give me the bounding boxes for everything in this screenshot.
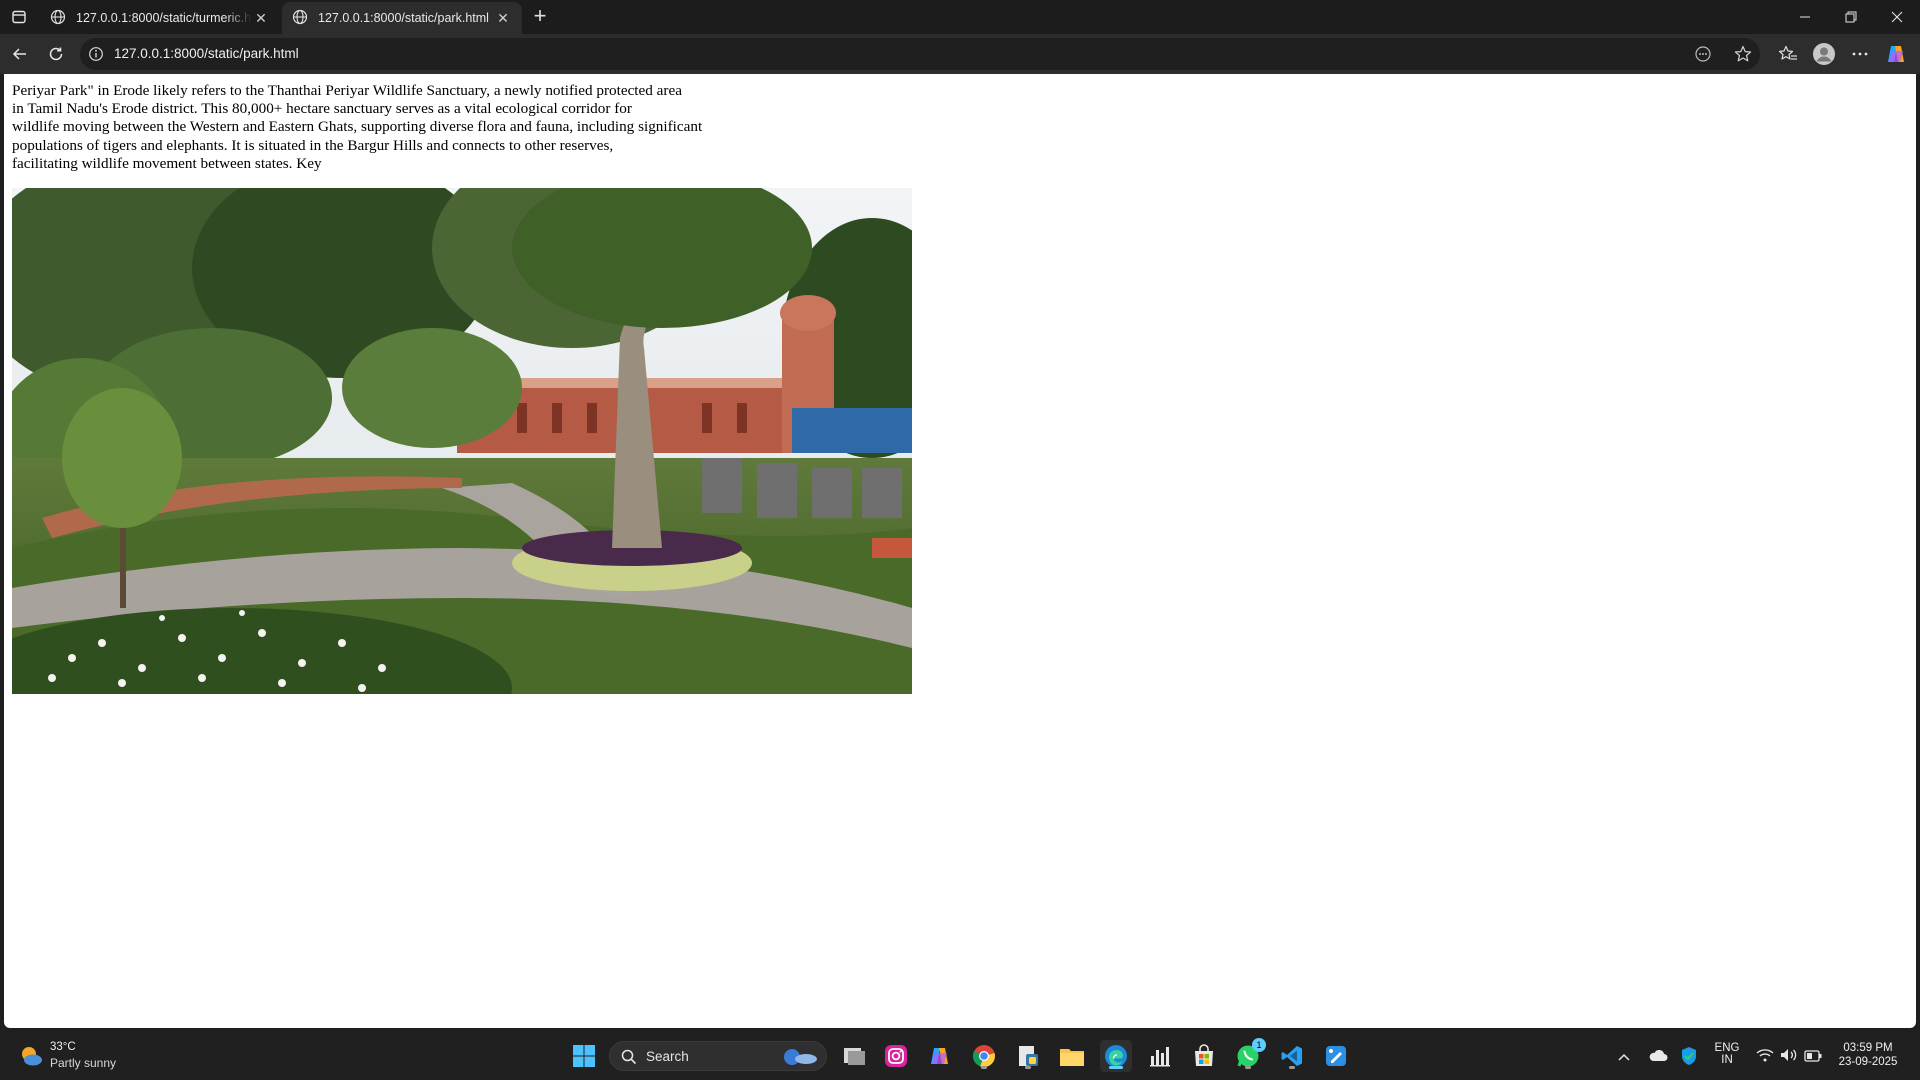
park-photo: [12, 188, 912, 694]
microsoft-store-icon[interactable]: [1188, 1040, 1220, 1072]
taskbar-search[interactable]: Search: [609, 1041, 827, 1071]
analytics-app-icon[interactable]: [1144, 1040, 1176, 1072]
show-hidden-icons-chevron-icon[interactable]: [1618, 1049, 1630, 1067]
favorite-star-icon[interactable]: [1734, 45, 1752, 63]
description-line: Periyar Park" in Erode likely refers to …: [12, 82, 682, 99]
clock[interactable]: 03:59 PM 23-09-2025: [1828, 1042, 1908, 1068]
partly-sunny-icon: [18, 1043, 44, 1074]
battery-icon[interactable]: [1804, 1049, 1822, 1067]
notification-badge: 1: [1252, 1038, 1266, 1052]
paint-icon[interactable]: [1320, 1040, 1352, 1072]
onedrive-cloud-icon[interactable]: [1648, 1048, 1668, 1067]
weather-temperature: 33°C: [50, 1041, 76, 1053]
region-code: IN: [1721, 1054, 1733, 1066]
more-tools-icon[interactable]: [1694, 45, 1712, 63]
defender-shield-icon[interactable]: [1680, 1046, 1698, 1071]
refresh-icon[interactable]: [44, 42, 68, 66]
close-tab-icon[interactable]: ✕: [494, 9, 512, 27]
language-indicator[interactable]: ENG IN: [1712, 1042, 1742, 1066]
description-line: wildlife moving between the Western and …: [12, 118, 703, 136]
favorites-icon[interactable]: [1776, 42, 1800, 66]
page-viewport: Periyar Park" in Erode likely refers to …: [4, 74, 1916, 1028]
minimize-button[interactable]: [1782, 0, 1828, 34]
python-editor-icon[interactable]: [1012, 1040, 1044, 1072]
tab-park[interactable]: 127.0.0.1:8000/static/park.html ✕: [282, 2, 522, 34]
tab-turmeric[interactable]: 127.0.0.1:8000/static/turmeric.html ✕: [40, 2, 280, 34]
chrome-icon[interactable]: [968, 1040, 1000, 1072]
globe-icon: [292, 9, 308, 28]
running-indicator: [1025, 1066, 1031, 1069]
page-content: Periyar Park" in Erode likely refers to …: [12, 82, 772, 173]
search-label: Search: [646, 1049, 689, 1064]
vscode-icon[interactable]: [1276, 1040, 1308, 1072]
globe-icon: [50, 9, 66, 28]
copilot-app-icon[interactable]: [924, 1040, 956, 1072]
description-line: populations of tigers and elephants. It …: [12, 136, 614, 154]
search-highlight-icon: [780, 1046, 820, 1073]
profile-avatar[interactable]: [1812, 42, 1836, 66]
browser-toolbar: 127.0.0.1:8000/static/park.html: [0, 34, 1920, 74]
browser-tab-bar: 127.0.0.1:8000/static/turmeric.html ✕ 12…: [0, 0, 1920, 34]
language-code: ENG: [1714, 1042, 1740, 1054]
volume-icon[interactable]: [1780, 1048, 1798, 1067]
taskbar: 33°C Partly sunny Search 1 ENG IN 03:59 …: [0, 1032, 1920, 1080]
search-icon: [621, 1049, 637, 1070]
weather-condition: Partly sunny: [50, 1056, 117, 1070]
file-explorer-icon[interactable]: [1056, 1040, 1088, 1072]
start-button[interactable]: [568, 1040, 600, 1072]
close-window-button[interactable]: [1874, 0, 1920, 34]
tab-actions-icon[interactable]: [8, 6, 30, 28]
park-description: Periyar Park" in Erode likely refers to …: [12, 82, 772, 173]
address-bar[interactable]: 127.0.0.1:8000/static/park.html: [80, 38, 1760, 70]
new-tab-button[interactable]: +: [528, 5, 552, 29]
edge-icon[interactable]: [1100, 1040, 1132, 1072]
wifi-icon[interactable]: [1756, 1048, 1774, 1067]
whatsapp-icon[interactable]: 1: [1232, 1038, 1266, 1072]
running-indicator: [1245, 1066, 1251, 1069]
weather-widget[interactable]: 33°C Partly sunny: [16, 1039, 146, 1073]
tab-title: 127.0.0.1:8000/static/park.html: [318, 11, 489, 25]
tab-title: 127.0.0.1:8000/static/turmeric.html: [76, 11, 252, 25]
running-indicator: [981, 1066, 987, 1069]
back-arrow-icon[interactable]: [8, 42, 32, 66]
active-indicator: [1109, 1066, 1123, 1069]
close-tab-icon[interactable]: ✕: [252, 9, 270, 27]
copilot-icon[interactable]: [1884, 42, 1908, 66]
description-line: facilitating wildlife movement between s…: [12, 154, 322, 172]
settings-more-icon[interactable]: [1848, 42, 1872, 66]
url-text[interactable]: 127.0.0.1:8000/static/park.html: [114, 46, 299, 61]
site-info-icon[interactable]: [88, 46, 104, 62]
clock-time: 03:59 PM: [1843, 1042, 1893, 1054]
description-line: in Tamil Nadu's Erode district. This 80,…: [12, 100, 632, 118]
restore-button[interactable]: [1828, 0, 1874, 34]
clock-date: 23-09-2025: [1838, 1056, 1898, 1068]
task-view-icon[interactable]: [838, 1040, 870, 1072]
running-indicator: [1289, 1066, 1295, 1069]
instagram-icon[interactable]: [880, 1040, 912, 1072]
